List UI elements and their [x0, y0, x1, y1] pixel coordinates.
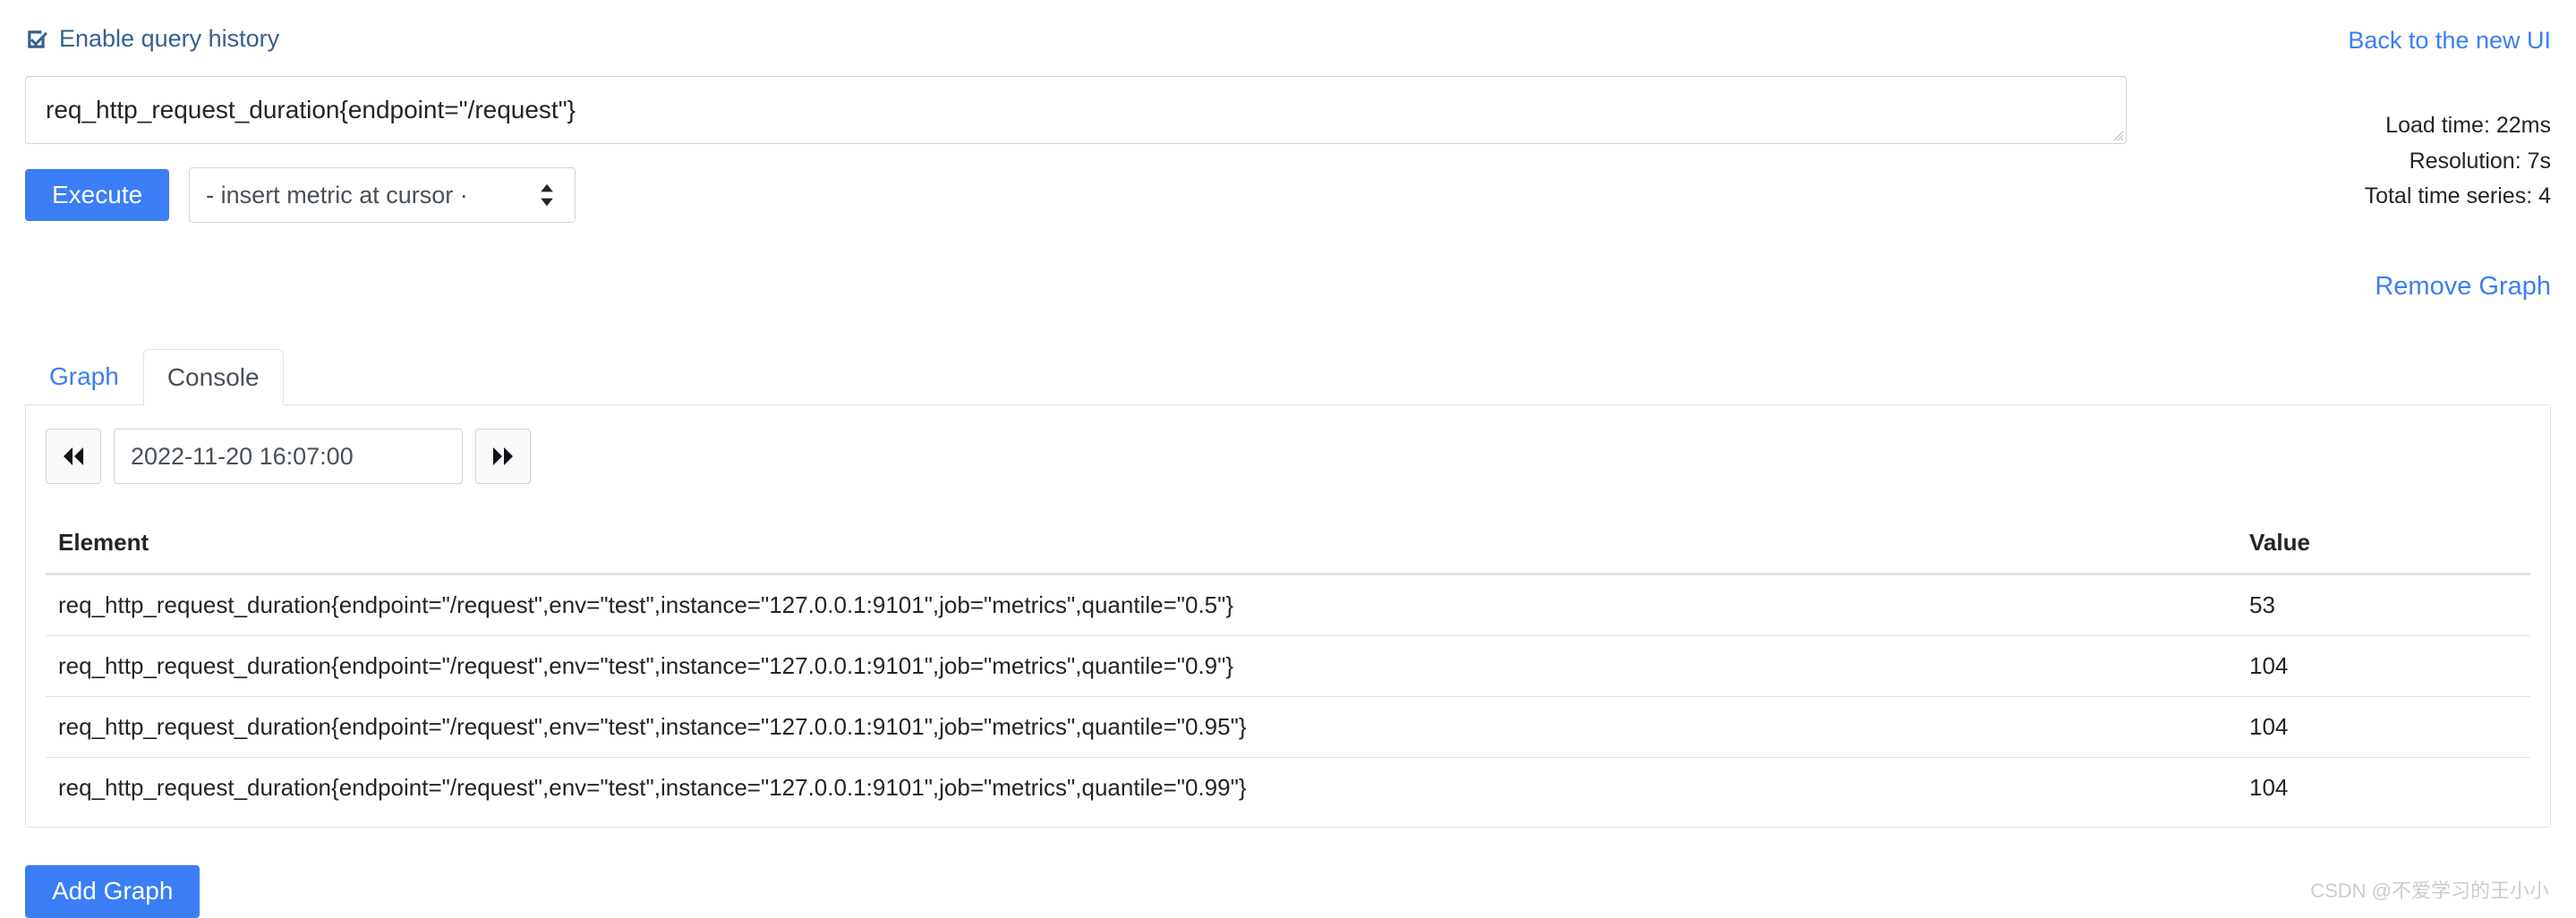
cell-element: req_http_request_duration{endpoint="/req…	[46, 635, 2237, 697]
double-chevron-right-icon	[493, 447, 513, 466]
enable-query-history-label: Enable query history	[59, 25, 280, 52]
table-row: req_http_request_duration{endpoint="/req…	[46, 574, 2530, 636]
table-row: req_http_request_duration{endpoint="/req…	[46, 757, 2530, 819]
cell-value: 104	[2237, 696, 2530, 758]
query-area: req_http_request_duration{endpoint="/req…	[25, 55, 2551, 302]
cell-value: 104	[2237, 635, 2530, 697]
view-tabs: Graph Console	[25, 348, 2551, 406]
cell-value: 104	[2237, 757, 2530, 819]
execute-row: Execute - insert metric at cursor ·	[25, 167, 2137, 223]
table-header-row: Element Value	[46, 516, 2530, 576]
cell-value: 53	[2237, 574, 2530, 636]
tab-console[interactable]: Console	[142, 348, 284, 406]
add-graph-row: Add Graph	[25, 865, 2551, 918]
load-time-stat: Load time: 22ms	[2385, 113, 2551, 138]
console-panel: Element Value req_http_request_duration{…	[25, 404, 2551, 829]
query-expression-text: req_http_request_duration{endpoint="/req…	[46, 96, 576, 123]
query-expression-field[interactable]: req_http_request_duration{endpoint="/req…	[25, 76, 2127, 144]
back-to-new-ui-link[interactable]: Back to the new UI	[2348, 27, 2551, 55]
column-header-value: Value	[2237, 516, 2530, 576]
query-column: req_http_request_duration{endpoint="/req…	[25, 55, 2137, 223]
watermark-text: CSDN @不爱学习的王小小	[2310, 880, 2549, 902]
remove-graph-link[interactable]: Remove Graph	[2375, 272, 2551, 302]
prometheus-classic-ui: Enable query history Back to the new UI …	[0, 0, 2576, 918]
checked-checkbox-icon	[28, 30, 47, 48]
cell-element: req_http_request_duration{endpoint="/req…	[46, 696, 2237, 758]
table-body: req_http_request_duration{endpoint="/req…	[46, 574, 2530, 819]
time-navigation	[46, 429, 2530, 485]
add-graph-button[interactable]: Add Graph	[25, 865, 200, 918]
evaluation-time-input[interactable]	[114, 429, 463, 485]
top-bar: Enable query history Back to the new UI	[25, 0, 2551, 55]
query-stats: Load time: 22ms Resolution: 7s Total tim…	[2137, 108, 2551, 215]
double-chevron-left-icon	[64, 447, 83, 466]
stats-column: Load time: 22ms Resolution: 7s Total tim…	[2137, 55, 2551, 302]
tab-graph[interactable]: Graph	[25, 348, 143, 405]
total-time-series-stat: Total time series: 4	[2364, 183, 2551, 208]
execute-button[interactable]: Execute	[25, 168, 170, 222]
table-row: req_http_request_duration{endpoint="/req…	[46, 696, 2530, 758]
console-results-table: Element Value req_http_request_duration{…	[46, 516, 2530, 819]
table-head: Element Value	[46, 516, 2530, 576]
resize-handle-icon[interactable]	[2111, 129, 2124, 141]
table-row: req_http_request_duration{endpoint="/req…	[46, 635, 2530, 697]
cell-element: req_http_request_duration{endpoint="/req…	[46, 757, 2237, 819]
insert-metric-select-value: - insert metric at cursor ·	[206, 181, 468, 208]
resolution-stat: Resolution: 7s	[2409, 148, 2551, 174]
stepper-updown-icon	[541, 183, 553, 207]
cell-element: req_http_request_duration{endpoint="/req…	[46, 574, 2237, 636]
step-forward-button[interactable]	[475, 429, 531, 485]
step-backward-button[interactable]	[46, 429, 101, 485]
enable-query-history-checkbox[interactable]: Enable query history	[25, 27, 279, 51]
insert-metric-select[interactable]: - insert metric at cursor ·	[189, 167, 576, 223]
column-header-element: Element	[46, 516, 2237, 576]
